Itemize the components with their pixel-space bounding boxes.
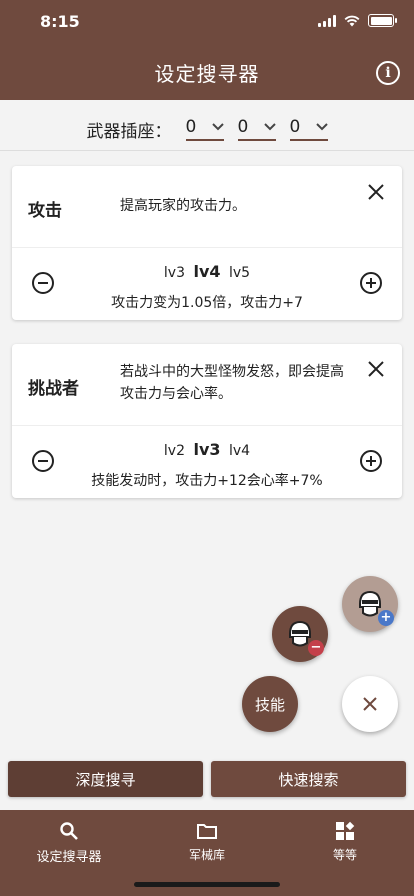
info-icon[interactable]: i (376, 61, 400, 85)
deep-search-button[interactable]: 深度搜寻 (8, 761, 203, 797)
status-icons (318, 14, 397, 27)
nav-item-more[interactable]: 等等 (276, 810, 414, 896)
weapon-slot-row: 武器插座： 0 0 0 (0, 112, 414, 146)
level-increase-button[interactable] (360, 272, 382, 294)
nav-label: 设定搜寻器 (36, 850, 102, 865)
skill-description: 提高玩家的攻击力。 (120, 198, 246, 214)
skill-card-header: 攻击 提高玩家的攻击力。 (12, 166, 402, 248)
skill-card-challenger: 挑战者 若战斗中的大型怪物发怒，即会提高攻击力与会心率。 lv2 lv3 lv4… (12, 344, 402, 498)
level-current: lv3 (193, 440, 221, 459)
level-increase-button[interactable] (360, 450, 382, 472)
skill-name: 挑战者 (28, 379, 79, 399)
level-next: lv5 (228, 265, 251, 281)
minus-icon: − (308, 640, 324, 656)
weapon-slot-select-2[interactable]: 0 (237, 117, 276, 141)
divider (0, 150, 414, 151)
skill-level-row: lv3 lv4 lv5 攻击力变为1.05倍，攻击力+7 (12, 248, 402, 320)
app-header: 8:15 设定搜寻器 i (0, 0, 414, 100)
close-icon[interactable] (366, 359, 386, 379)
slot-value: 0 (237, 117, 249, 137)
nav-label: 军械库 (188, 848, 225, 862)
status-time: 8:15 (40, 12, 80, 31)
weapon-slot-label: 武器插座： (86, 121, 172, 142)
close-icon[interactable] (366, 182, 386, 202)
weapon-slot-select-1[interactable]: 0 (185, 117, 224, 141)
slot-value: 0 (289, 117, 301, 137)
level-indicator: lv2 lv3 lv4 (12, 440, 402, 459)
slot-value: 0 (185, 117, 197, 137)
chevron-down-icon (263, 123, 276, 131)
nav-label: 等等 (332, 848, 357, 862)
level-next: lv4 (228, 443, 251, 459)
chevron-down-icon (315, 123, 328, 131)
quick-search-button[interactable]: 快速搜索 (211, 761, 406, 797)
weapon-slot-select-3[interactable]: 0 (289, 117, 328, 141)
nav-item-search-builder[interactable]: 设定搜寻器 (0, 810, 138, 896)
skill-description: 若战斗中的大型怪物发怒，即会提高攻击力与会心率。 (120, 364, 344, 402)
skill-effect: 技能发动时，攻击力+12会心率+7% (91, 473, 323, 489)
chevron-down-icon (211, 123, 224, 131)
skill-effect: 攻击力变为1.05倍，攻击力+7 (111, 295, 303, 311)
widgets-icon (336, 821, 355, 840)
battery-icon (368, 14, 397, 27)
signal-icon (318, 14, 336, 27)
wifi-icon (344, 15, 360, 26)
folder-icon (197, 824, 217, 839)
close-fab-button[interactable] (342, 676, 398, 732)
skill-card-header: 挑战者 若战斗中的大型怪物发怒，即会提高攻击力与会心率。 (12, 344, 402, 426)
skill-fab-button[interactable]: 技能 (242, 676, 298, 732)
page-title: 设定搜寻器 (154, 62, 260, 86)
level-prev: lv2 (163, 443, 186, 459)
level-prev: lv3 (163, 265, 186, 281)
skill-card-attack: 攻击 提高玩家的攻击力。 lv3 lv4 lv5 攻击力变为1.05倍，攻击力+… (12, 166, 402, 320)
level-current: lv4 (193, 262, 221, 281)
search-button-row: 深度搜寻 快速搜索 (8, 761, 406, 797)
skill-name: 攻击 (28, 201, 62, 221)
home-indicator (134, 882, 280, 887)
plus-icon: + (378, 610, 394, 626)
skill-level-row: lv2 lv3 lv4 技能发动时，攻击力+12会心率+7% (12, 426, 402, 498)
search-icon (60, 822, 78, 840)
add-armor-button[interactable]: + (342, 576, 398, 632)
close-icon (363, 697, 377, 711)
remove-armor-button[interactable]: − (272, 606, 328, 662)
level-indicator: lv3 lv4 lv5 (12, 262, 402, 281)
